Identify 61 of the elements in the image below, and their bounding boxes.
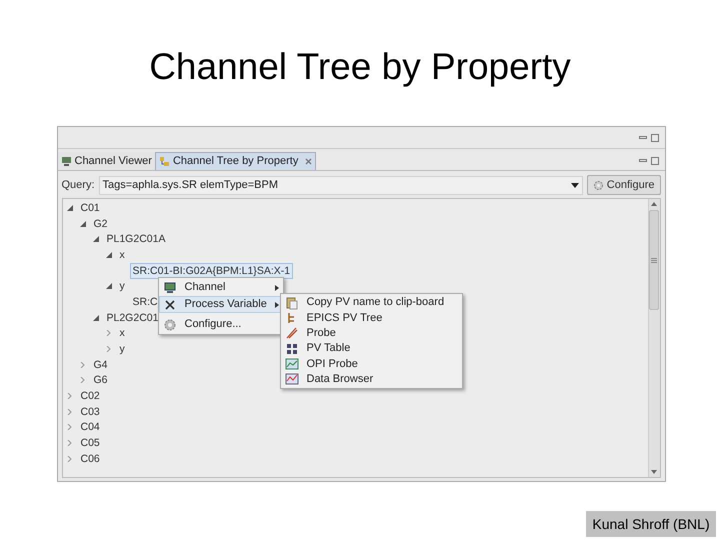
- close-icon[interactable]: [304, 158, 312, 166]
- tree-item[interactable]: C03: [78, 404, 103, 420]
- variable-icon: [162, 298, 176, 312]
- tree-item[interactable]: x: [116, 325, 128, 342]
- tree-item[interactable]: SR:C: [130, 294, 161, 310]
- menu-item[interactable]: Configure...: [158, 316, 282, 333]
- line-chart-icon: [284, 372, 298, 386]
- gear-icon: [162, 318, 176, 332]
- scroll-down-icon[interactable]: [651, 470, 657, 474]
- query-field[interactable]: Tags=aphla.sys.SR elemType=BPM: [98, 176, 583, 194]
- menu-item[interactable]: PV Table: [280, 340, 462, 356]
- scroll-up-icon[interactable]: [651, 202, 657, 206]
- maximize-icon[interactable]: [650, 156, 658, 164]
- chart-icon: [284, 356, 298, 371]
- tab[interactable]: Channel Viewer: [58, 152, 155, 170]
- tree-item[interactable]: C02: [78, 388, 103, 404]
- expanded-arrow-icon[interactable]: [104, 252, 114, 258]
- expanded-arrow-icon[interactable]: [78, 220, 88, 227]
- scrollbar[interactable]: [648, 199, 660, 477]
- tree-item[interactable]: C05: [78, 435, 103, 452]
- tab[interactable]: Channel Tree by Property: [154, 152, 316, 170]
- menu-item[interactable]: Channel: [158, 279, 282, 296]
- minimize-icon[interactable]: [638, 159, 646, 162]
- query-label: Query:: [62, 178, 95, 193]
- menu-item[interactable]: OPI Probe: [280, 356, 462, 372]
- tree-item[interactable]: G4: [90, 356, 111, 373]
- maximize-icon[interactable]: [650, 134, 658, 142]
- expanded-arrow-icon[interactable]: [64, 204, 74, 211]
- clipboard-icon: [284, 296, 298, 310]
- tree-item[interactable]: x: [116, 246, 128, 263]
- menu-item[interactable]: Data Browser: [280, 371, 462, 387]
- tree-item[interactable]: G2: [90, 216, 111, 232]
- minimize-icon[interactable]: [638, 136, 646, 139]
- table-icon: [284, 342, 298, 356]
- scrollbar-thumb[interactable]: [649, 210, 659, 310]
- probe-icon: [284, 326, 298, 340]
- expanded-arrow-icon[interactable]: [90, 314, 100, 321]
- folder-tree-icon: [158, 156, 170, 167]
- gear-icon: [592, 180, 604, 190]
- menu-item[interactable]: Process Variable: [158, 296, 282, 313]
- slide-title: Channel Tree by Property: [149, 45, 571, 89]
- tree-item[interactable]: C06: [78, 450, 103, 467]
- tree-item[interactable]: G6: [90, 372, 111, 388]
- expanded-arrow-icon[interactable]: [90, 236, 100, 242]
- monitor-icon: [162, 280, 176, 294]
- tree-item[interactable]: PL2G2C01: [104, 310, 162, 326]
- tree-item[interactable]: PL1G2C01A: [104, 231, 168, 248]
- monitor-icon: [60, 156, 72, 166]
- tree-item[interactable]: C01: [78, 200, 103, 216]
- tree-item[interactable]: y: [116, 341, 128, 358]
- menu-item[interactable]: Probe: [280, 326, 462, 341]
- expanded-arrow-icon[interactable]: [104, 283, 114, 290]
- tree-item[interactable]: y: [116, 278, 128, 294]
- configure-button[interactable]: Configure: [586, 175, 660, 195]
- footer-label: Kunal Shroff (BNL): [586, 511, 716, 537]
- menu-item[interactable]: Copy PV name to clip-board: [280, 295, 462, 310]
- dropdown-icon[interactable]: [570, 182, 579, 188]
- tree-item[interactable]: SR:C01-BI:G02A{BPM:L1}SA:X-1: [130, 262, 294, 279]
- tree-item[interactable]: C04: [78, 419, 103, 436]
- grip-icon: [651, 258, 657, 262]
- menu-item[interactable]: EPICS PV Tree: [280, 310, 462, 326]
